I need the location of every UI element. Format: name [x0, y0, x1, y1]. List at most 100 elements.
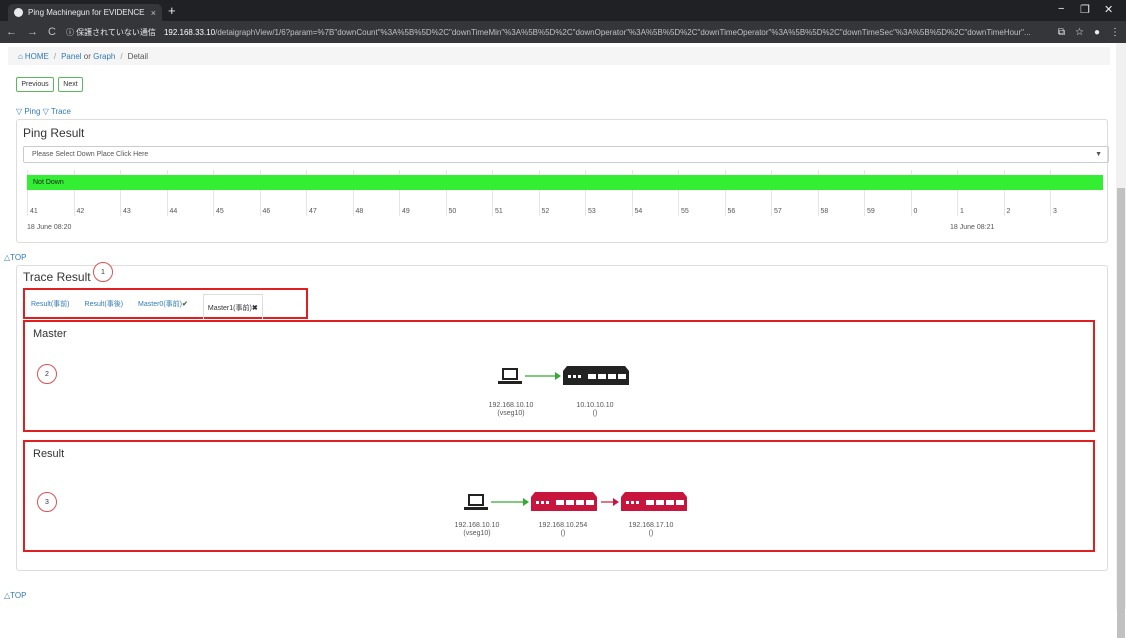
status-bar[interactable]: Not Down	[27, 175, 1103, 190]
network-switch-icon[interactable]	[621, 492, 687, 511]
status-bar-label: Not Down	[33, 179, 64, 186]
timeline-tick: 42	[76, 208, 85, 215]
node-sub: (vseg10)	[463, 530, 491, 537]
network-switch-icon[interactable]	[531, 492, 597, 511]
timeline-tick: 51	[495, 208, 503, 215]
page-content: ⌂ HOME / Panel or Graph / Detail Previou…	[0, 43, 1116, 609]
breadcrumb-current: Detail	[127, 51, 149, 61]
node-label: 192.168.10.10 (vseg10)	[483, 402, 539, 418]
timeline-tick: 3	[1053, 208, 1057, 215]
node-sub: ()	[648, 530, 654, 537]
breadcrumb-graph[interactable]: Graph	[93, 52, 115, 61]
check-icon: ✔	[181, 300, 188, 308]
master-route-box: Master 2 192.168.10.10 (vseg10) 10.10.10…	[23, 320, 1095, 432]
page-scrollbar[interactable]	[1116, 43, 1126, 638]
account-icon[interactable]: ●	[1094, 27, 1100, 38]
node-ip: 192.168.10.254	[538, 522, 588, 529]
top-link[interactable]: △TOP	[4, 253, 26, 262]
home-icon[interactable]: ⌂	[18, 52, 23, 61]
tab-master0-label: Master0(事前)	[138, 300, 182, 308]
arrow-icon	[613, 498, 619, 506]
node-ip: 10.10.10.10	[576, 402, 614, 409]
timeline-tick: 55	[681, 208, 689, 215]
laptop-icon[interactable]	[498, 368, 522, 384]
node-sub: (vseg10)	[497, 410, 525, 417]
master-title: Master	[33, 328, 67, 340]
annotation-marker: 1	[93, 262, 113, 282]
tab-result-before[interactable]: Result(事前)	[31, 299, 70, 309]
timeline-tick: 41	[30, 208, 38, 215]
scrollbar-thumb[interactable]	[1117, 188, 1125, 638]
timeline-tick: 47	[309, 208, 317, 215]
address-bar: ← → C ⓘ 保護されていない通信 192.168.33.10 /detaig…	[0, 21, 1126, 43]
section-links: ▽ Ping ▽ Trace	[16, 107, 71, 116]
tab-title: Ping Machinegun for EVIDENCE	[28, 8, 145, 17]
node-ip: 192.168.10.10	[454, 522, 500, 529]
time-start-label: 18 June 08:20	[27, 224, 72, 231]
node-label: 192.168.10.10 (vseg10)	[449, 522, 505, 538]
node-ip: 192.168.17.10	[628, 522, 674, 529]
trace-tabs: Result(事前) Result(事後) Master0(事前)✔ Maste…	[23, 288, 308, 319]
next-button[interactable]: Next	[58, 77, 83, 92]
security-label[interactable]: ⓘ 保護されていない通信	[66, 27, 156, 38]
forward-icon[interactable]: →	[27, 26, 38, 38]
timeline-tick: 59	[867, 208, 875, 215]
select-placeholder: Please Select Down Place Click Here	[32, 151, 149, 158]
laptop-icon[interactable]	[464, 494, 488, 510]
window-close-icon[interactable]: ✕	[1104, 3, 1113, 16]
timeline-tick: 46	[262, 208, 271, 215]
tab-result-after[interactable]: Result(事後)	[85, 299, 124, 309]
breadcrumb-panel[interactable]: Panel	[61, 52, 81, 61]
timeline-tick: 45	[216, 208, 224, 215]
trace-link[interactable]: ▽ Trace	[43, 107, 71, 116]
breadcrumb-home[interactable]: HOME	[25, 52, 49, 61]
ping-timeline: Not Down 18 June 08:20 18 June 08:21 41 4…	[23, 170, 1109, 236]
ping-result-panel: Ping Result Please Select Down Place Cli…	[16, 119, 1109, 243]
network-switch-icon[interactable]	[563, 366, 629, 385]
top-link[interactable]: △TOP	[4, 591, 26, 600]
timeline-tick: 50	[448, 208, 457, 215]
back-icon[interactable]: ←	[6, 26, 17, 38]
previous-button[interactable]: Previous	[16, 77, 54, 92]
timeline-tick: 56	[727, 208, 736, 215]
breadcrumb-separator: /	[53, 51, 57, 61]
trace-result-panel: Trace Result 1 Result(事前) Result(事後) Mas…	[16, 262, 1108, 571]
down-place-select[interactable]: Please Select Down Place Click Here ▼	[23, 146, 1109, 163]
timeline-tick: 58	[820, 208, 829, 215]
url-host: 192.168.33.10	[163, 27, 216, 37]
annotation-marker: 3	[37, 492, 57, 512]
menu-icon[interactable]: ⋮	[1110, 27, 1120, 38]
maximize-icon[interactable]: ❐	[1080, 3, 1090, 16]
breadcrumb: ⌂ HOME / Panel or Graph / Detail	[8, 47, 1110, 65]
node-label: 192.168.10.254 ()	[533, 522, 593, 538]
node-label: 192.168.17.10 ()	[621, 522, 681, 538]
browser-tab-bar: Ping Machinegun for EVIDENCE × + − ❐ ✕	[0, 0, 1126, 21]
browser-tab[interactable]: Ping Machinegun for EVIDENCE ×	[8, 4, 162, 21]
breadcrumb-or: or	[81, 51, 94, 61]
bookmark-star-icon[interactable]: ☆	[1075, 27, 1084, 38]
timeline-tick: 57	[774, 208, 782, 215]
ping-link[interactable]: ▽ Ping	[16, 107, 40, 116]
tab-master1[interactable]: Master1(事前)✖	[202, 294, 263, 319]
minimize-icon[interactable]: −	[1058, 3, 1064, 15]
timeline-tick: 44	[169, 208, 178, 215]
timeline-tick: 1	[960, 208, 964, 215]
master-route-diagram	[498, 366, 629, 385]
url-path: /detaigraphView/1/6?param=%7B"downCount"…	[215, 27, 1031, 37]
time-end-label: 18 June 08:21	[950, 224, 995, 231]
node-ip: 192.168.10.10	[488, 402, 534, 409]
tab-master0[interactable]: Master0(事前)✔	[138, 299, 188, 309]
cross-icon: ✖	[251, 305, 258, 312]
timeline-tick: 53	[588, 208, 596, 215]
timeline-tick: 48	[355, 208, 364, 215]
new-tab-button[interactable]: +	[168, 3, 176, 18]
url-field[interactable]: ⓘ 保護されていない通信 192.168.33.10 /detaigraphVi…	[66, 24, 1040, 40]
breadcrumb-separator: /	[120, 51, 123, 61]
timeline-tick: 52	[541, 208, 550, 215]
timeline-tick: 54	[634, 208, 643, 215]
tab-close-icon[interactable]: ×	[151, 8, 156, 18]
arrow-icon	[523, 498, 529, 506]
timeline-tick: 43	[123, 208, 131, 215]
reload-icon[interactable]: C	[48, 26, 56, 38]
translate-icon[interactable]: ⧉	[1058, 27, 1065, 38]
